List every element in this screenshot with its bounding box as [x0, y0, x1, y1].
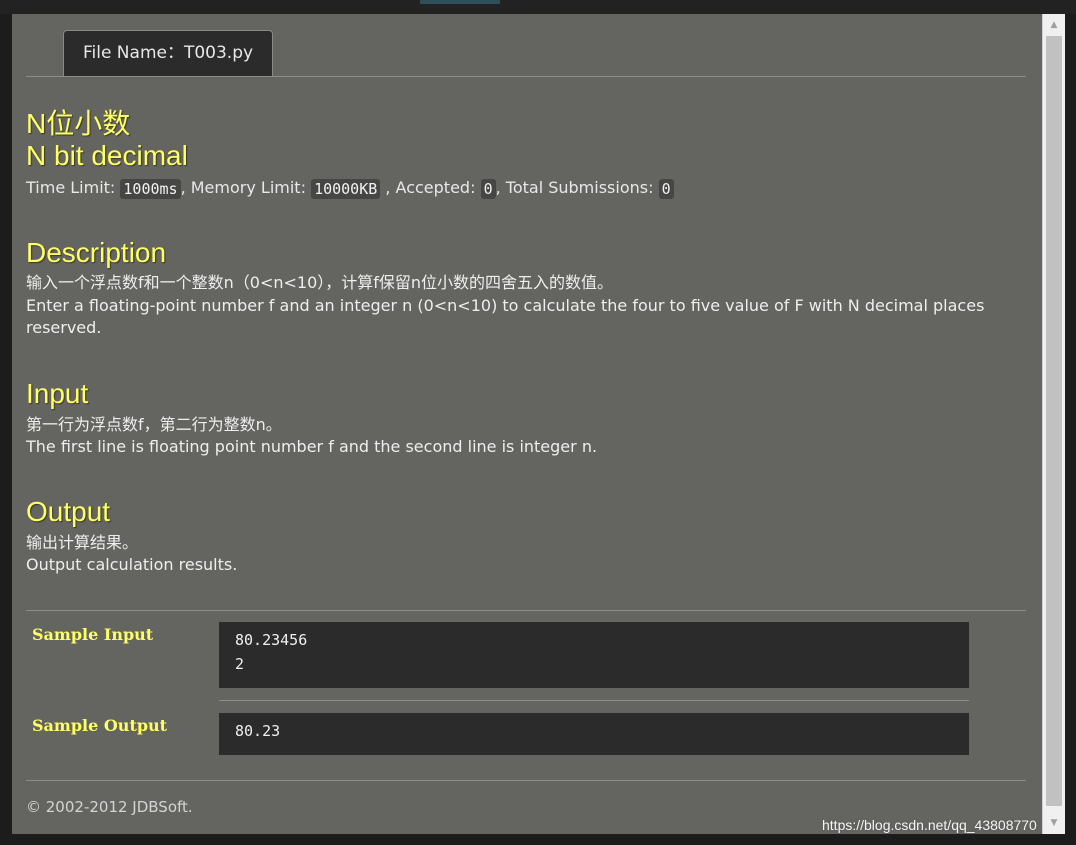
total-submissions-label: , Total Submissions:: [495, 178, 654, 197]
input-text-en: The first line is floating point number …: [26, 437, 598, 456]
accepted-label: , Accepted:: [385, 178, 476, 197]
watermark-url: https://blog.csdn.net/qq_43808770: [822, 817, 1037, 833]
samples-inner-divider: [219, 700, 969, 701]
description-heading: Description: [26, 237, 167, 268]
input-heading: Input: [26, 378, 89, 409]
problem-limits: Time Limit: 1000ms, Memory Limit: 10000K…: [26, 176, 674, 200]
sample-output-value: 80.23: [235, 722, 281, 740]
top-strip-accent: [420, 0, 500, 4]
scroll-down-icon[interactable]: ▼: [1043, 814, 1065, 832]
tab-divider: [26, 76, 1026, 77]
browser-top-strip: [0, 0, 1076, 14]
sample-input-line-2: 2: [235, 655, 245, 673]
scroll-thumb[interactable]: [1046, 36, 1062, 806]
output-text-en: Output calculation results.: [26, 555, 238, 574]
tab-file-name[interactable]: File Name：T003.py: [63, 30, 273, 77]
total-submissions-value: 0: [658, 178, 674, 199]
accepted-value: 0: [480, 178, 496, 199]
memory-limit-value: 10000KB: [311, 178, 381, 199]
samples-top-divider: [26, 610, 1026, 611]
problem-title-en: N bit decimal: [26, 140, 188, 171]
footer-copyright: © 2002-2012 JDBSoft.: [26, 798, 193, 816]
sample-input-box[interactable]: 80.23456 2: [219, 622, 969, 688]
problem-title-cn: N位小数: [26, 108, 131, 139]
time-limit-value: 1000ms: [120, 178, 181, 199]
problem-window: File Name：T003.py N位小数 N bit decimal Tim…: [12, 14, 1042, 834]
description-text-cn: 输入一个浮点数f和一个整数n（0<n<10），计算f保留n位小数的四舍五入的数值…: [26, 273, 614, 292]
scroll-up-icon[interactable]: ▲: [1043, 16, 1065, 34]
output-text-cn: 输出计算结果。: [26, 533, 139, 552]
output-heading: Output: [26, 496, 111, 527]
sample-input-line-1: 80.23456: [235, 631, 308, 649]
vertical-scrollbar[interactable]: ▲ ▼: [1042, 14, 1065, 834]
footer-divider: [26, 780, 1026, 781]
sample-input-label: Sample Input: [32, 625, 154, 644]
sample-output-box[interactable]: 80.23: [219, 713, 969, 755]
sample-output-label: Sample Output: [32, 716, 168, 735]
description-text-en: Enter a floating-point number f and an i…: [26, 296, 985, 337]
memory-limit-label: , Memory Limit:: [180, 178, 306, 197]
input-text-cn: 第一行为浮点数f，第二行为整数n。: [26, 415, 282, 434]
time-limit-label: Time Limit:: [26, 178, 116, 197]
